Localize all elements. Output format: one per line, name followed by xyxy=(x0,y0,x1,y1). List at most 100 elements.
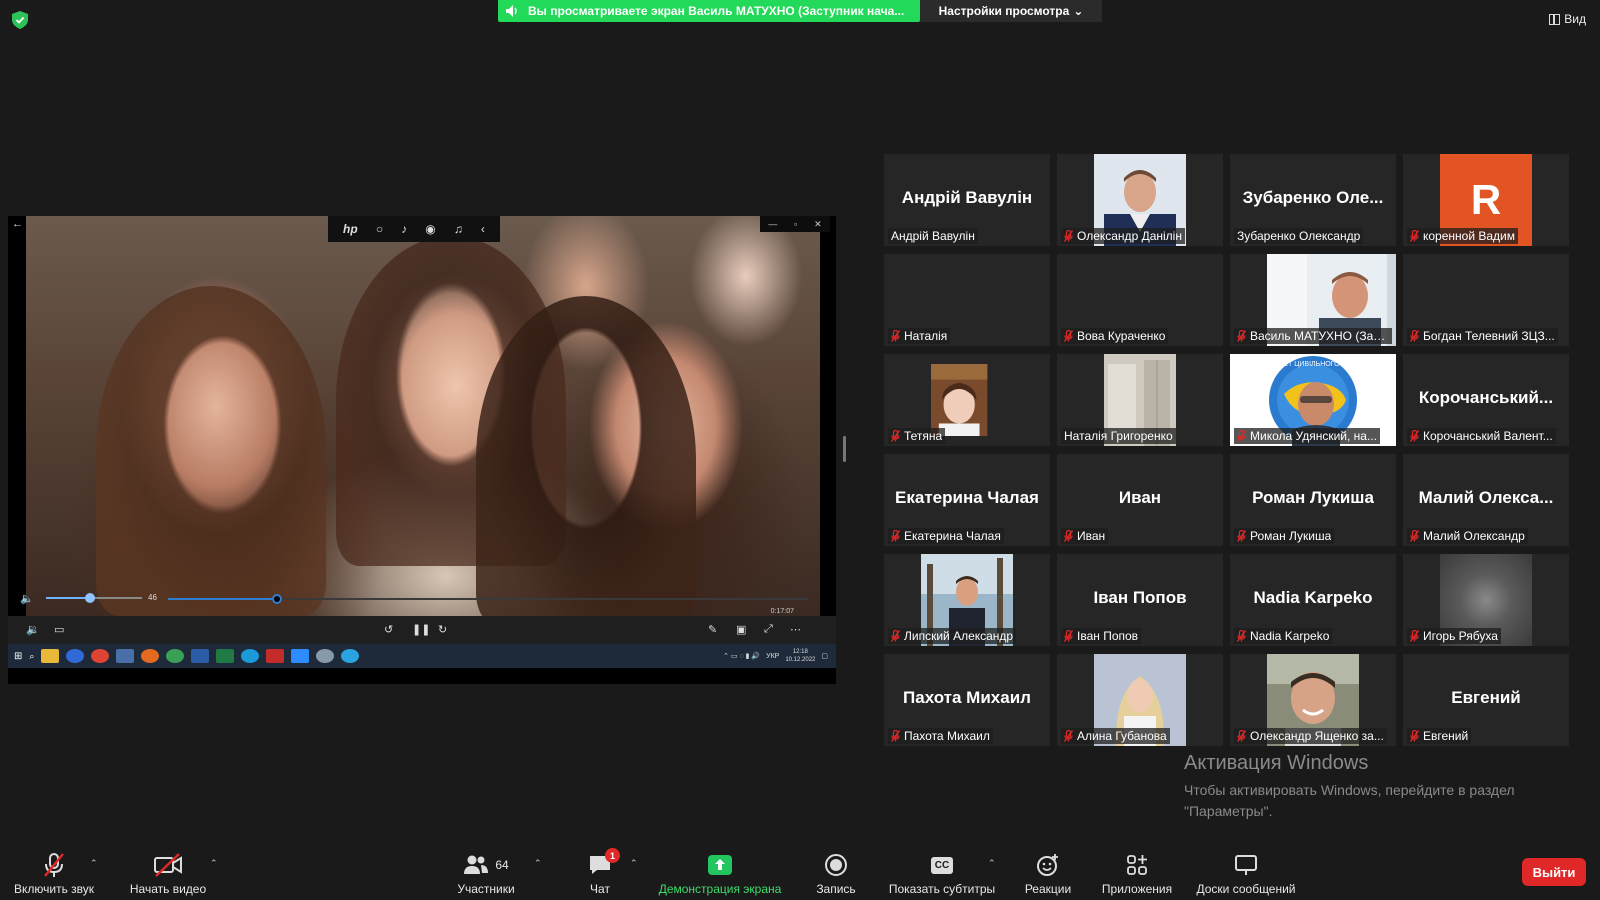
telegram-icon[interactable] xyxy=(341,649,360,663)
record-dot-icon[interactable]: ◉ xyxy=(425,222,435,236)
video-off-icon xyxy=(154,853,182,877)
firefox-icon[interactable] xyxy=(141,649,160,663)
zoom-icon[interactable] xyxy=(291,649,310,663)
volume-icon[interactable]: 🔈 xyxy=(20,592,34,605)
participant-name-label: Наталія xyxy=(888,328,951,344)
participant-tile[interactable]: Алина Губанова xyxy=(1057,654,1223,746)
back-arrow-icon[interactable]: ← xyxy=(12,218,23,230)
chrome-icon[interactable] xyxy=(91,649,110,663)
share-screen-button[interactable]: Демонстрация экрана xyxy=(652,842,788,900)
mic-muted-icon xyxy=(891,430,900,442)
language-indicator[interactable]: УКР xyxy=(766,653,779,660)
chat-caret-icon[interactable]: ⌃ xyxy=(630,858,638,869)
close-icon[interactable]: ✕ xyxy=(814,219,822,230)
start-video-button[interactable]: Начать видео xyxy=(122,842,214,900)
clock-time: 12:18 xyxy=(792,649,808,655)
circle-icon[interactable]: ○ xyxy=(376,222,383,236)
clock[interactable]: 12:18 10.12.2022 xyxy=(785,648,815,664)
windows-taskbar: ⊞ ⌕ ⌃ ▭ ◌ ▮ 🔊 УКР 12:18 10.12.2022 ▢ xyxy=(8,644,836,668)
unmute-button[interactable]: Включить звук xyxy=(8,842,100,900)
pause-icon[interactable]: ❚❚ xyxy=(412,623,430,636)
participant-display-name: Малий Олекса... xyxy=(1418,488,1554,507)
participant-tile[interactable]: Корочанський... Корочанський Валент... xyxy=(1403,354,1569,446)
app-blue-icon[interactable] xyxy=(66,649,85,663)
participant-tile[interactable]: Вова Кураченко xyxy=(1057,254,1223,346)
participant-tile[interactable]: Зубаренко Оле... Зубаренко Олександр xyxy=(1230,154,1396,246)
excel-icon[interactable] xyxy=(216,649,235,663)
participants-button[interactable]: 64 Участники xyxy=(446,842,526,900)
audio-options-caret-icon[interactable]: ⌃ xyxy=(90,858,98,869)
miniplayer-icon[interactable]: ▣ xyxy=(736,623,746,636)
maximize-icon[interactable]: ▫ xyxy=(794,219,797,229)
participant-tile[interactable]: Роман Лукиша Роман Лукиша xyxy=(1230,454,1396,546)
video-options-caret-icon[interactable]: ⌃ xyxy=(210,858,218,869)
windows-start-icon[interactable]: ⊞ xyxy=(14,651,22,662)
minimize-icon[interactable]: — xyxy=(768,219,777,229)
participant-tile[interactable]: Тетяна xyxy=(884,354,1050,446)
more-icon[interactable]: ⋯ xyxy=(790,623,801,636)
shared-screen[interactable]: ← hp ○ ♪ ◉ ♫ ‹ — ▫ ✕ 🔈 46 0:17:07 🔉 ▭ ↺ … xyxy=(8,216,836,684)
rewind-icon[interactable]: ↺ xyxy=(384,623,393,636)
captions-button[interactable]: CC Показать субтитры xyxy=(882,842,1002,900)
participant-tile[interactable]: Игорь Рябуха xyxy=(1403,554,1569,646)
forward-icon[interactable]: ↻ xyxy=(438,623,447,636)
pen-icon[interactable]: ✎ xyxy=(708,623,717,636)
apps-button[interactable]: Приложения xyxy=(1092,842,1182,900)
progress-knob[interactable] xyxy=(271,594,282,604)
document-icon[interactable] xyxy=(116,649,135,663)
participant-tile[interactable]: Наталія Григоренко xyxy=(1057,354,1223,446)
record-button[interactable]: Запись xyxy=(806,842,866,900)
word-icon[interactable] xyxy=(191,649,210,663)
microphone-stand-icon[interactable]: ♫ xyxy=(454,222,463,236)
participant-tile[interactable]: Иван Иван xyxy=(1057,454,1223,546)
participant-tile[interactable]: ФАКУЛЬТЕТ ЦИВІЛЬНОГО ЗАХИСТУ Микола Удянс… xyxy=(1230,354,1396,446)
tray-icons[interactable]: ⌃ ▭ ◌ ▮ 🔊 xyxy=(723,652,760,660)
pdf-icon[interactable] xyxy=(266,649,285,663)
participant-tile[interactable]: Евгений Евгений xyxy=(1403,654,1569,746)
participant-tile[interactable]: Іван Попов Іван Попов xyxy=(1057,554,1223,646)
view-button[interactable]: Вид xyxy=(1549,12,1586,26)
volume-knob[interactable] xyxy=(85,593,96,603)
playback-progress[interactable]: 0:17:07 xyxy=(168,594,808,615)
participant-tile[interactable]: Пахота Михаил Пахота Михаил xyxy=(884,654,1050,746)
participant-tile[interactable]: Липский Александр xyxy=(884,554,1050,646)
chrome2-icon[interactable] xyxy=(166,649,185,663)
security-shield-icon[interactable] xyxy=(12,11,28,29)
leave-button[interactable]: Выйти xyxy=(1522,858,1586,886)
reactions-button[interactable]: Реакции xyxy=(1018,842,1078,900)
file-explorer-icon[interactable] xyxy=(41,649,60,663)
mic-muted-icon xyxy=(1237,630,1246,642)
participant-tile[interactable]: Nadia Karpeko Nadia Karpeko xyxy=(1230,554,1396,646)
participant-name: Зубаренко Олександр xyxy=(1237,229,1361,243)
notifications-icon[interactable]: ▢ xyxy=(821,652,828,660)
participant-tile[interactable]: Олександр Ященко за... xyxy=(1230,654,1396,746)
participant-tile[interactable]: Василь МАТУХНО (Зас... xyxy=(1230,254,1396,346)
banner-text: Вы просматриваете экран Василь МАТУХНО (… xyxy=(528,4,905,18)
mic-icon[interactable]: ♪ xyxy=(401,222,407,236)
whiteboards-button[interactable]: Доски сообщений xyxy=(1188,842,1304,900)
fullscreen-icon[interactable]: ⤢ xyxy=(764,623,773,636)
participant-tile[interactable]: Наталія xyxy=(884,254,1050,346)
collapse-chevron-icon[interactable]: ‹ xyxy=(481,222,485,236)
elapsed-time: 0:17:07 xyxy=(770,608,794,615)
participant-name: Василь МАТУХНО (Зас... xyxy=(1250,329,1389,343)
splitter-handle[interactable] xyxy=(843,436,846,462)
participant-name-label: Наталія Григоренко xyxy=(1061,428,1176,444)
volume-slider[interactable] xyxy=(46,593,142,603)
sound-icon[interactable]: 🔉 xyxy=(26,623,40,636)
edge-icon[interactable] xyxy=(241,649,260,663)
participant-name: Корочанський Валент... xyxy=(1423,429,1553,443)
captions-caret-icon[interactable]: ⌃ xyxy=(988,858,996,869)
subtitles-icon[interactable]: ▭ xyxy=(54,623,64,636)
view-options-button[interactable]: Настройки просмотра ⌄ xyxy=(920,0,1102,22)
participant-tile[interactable]: Малий Олекса... Малий Олександр xyxy=(1403,454,1569,546)
search-icon[interactable]: ⌕ xyxy=(29,651,34,662)
participant-tile[interactable]: Андрій Вавулін Андрій Вавулін xyxy=(884,154,1050,246)
chat-button[interactable]: 1 Чат xyxy=(576,842,624,900)
participant-tile[interactable]: Богдан Телевний ЗЦЗ... xyxy=(1403,254,1569,346)
participant-tile[interactable]: Олександр Данілін xyxy=(1057,154,1223,246)
app-grey-icon[interactable] xyxy=(316,649,335,663)
participants-caret-icon[interactable]: ⌃ xyxy=(534,858,542,869)
participant-tile[interactable]: Екатерина Чалая Екатерина Чалая xyxy=(884,454,1050,546)
participant-tile[interactable]: Rкоренной Вадим xyxy=(1403,154,1569,246)
